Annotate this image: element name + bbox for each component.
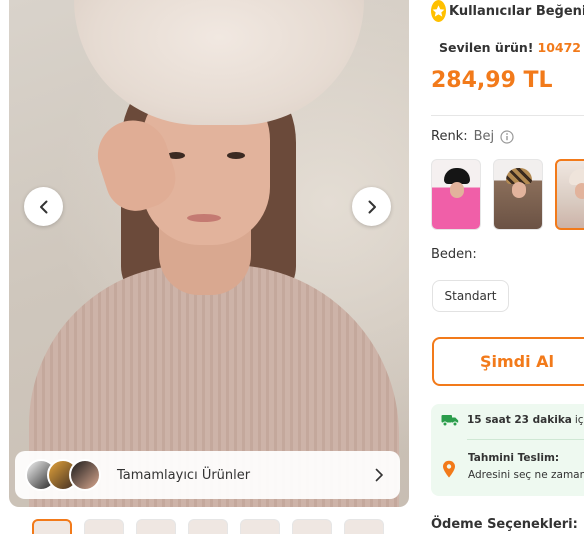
info-icon[interactable] — [500, 129, 514, 144]
color-swatch-black[interactable] — [431, 159, 481, 230]
thumbnail[interactable] — [136, 519, 176, 534]
rating-badge-label: Kullanıcılar Beğeniyor — [449, 3, 584, 19]
color-swatch-leopard[interactable] — [493, 159, 543, 230]
model-eye-right — [227, 152, 245, 159]
thumbnail[interactable] — [188, 519, 228, 534]
model-lips — [187, 214, 221, 222]
thumbnail[interactable] — [84, 519, 124, 534]
thumbnail-strip — [32, 519, 384, 534]
estimated-delivery-address-link[interactable]: Adresini seç ne zaman t — [468, 469, 584, 481]
favorite-count: 10472 k — [537, 39, 584, 55]
complementary-avatars — [25, 459, 117, 491]
divider — [431, 115, 584, 116]
next-image-button[interactable] — [352, 187, 391, 226]
thumbnail[interactable] — [240, 519, 280, 534]
buy-now-button[interactable]: Şimdi Al — [432, 337, 584, 386]
product-image[interactable] — [9, 0, 409, 507]
previous-image-button[interactable] — [24, 187, 63, 226]
chevron-right-icon — [375, 468, 383, 482]
location-pin-icon — [443, 460, 455, 478]
favorite-info: Sevilen ürün! 10472 k — [431, 37, 584, 57]
truck-icon — [441, 415, 459, 427]
color-swatches — [431, 159, 584, 230]
face-shape — [575, 183, 584, 199]
product-page: Tamamlayıcı Ürünler Kullanıcılar Beğeniy… — [0, 0, 584, 534]
size-option-standart[interactable]: Standart — [432, 280, 509, 312]
color-value: Bej — [473, 129, 495, 144]
complementary-products-bar[interactable]: Tamamlayıcı Ürünler — [15, 451, 400, 499]
chevron-left-icon — [39, 200, 47, 213]
thumbnail[interactable] — [292, 519, 332, 534]
star-icon — [431, 0, 446, 22]
favorite-text: Sevilen ürün! — [439, 39, 534, 55]
thumbnail[interactable] — [344, 519, 384, 534]
rating-badge: Kullanıcılar Beğeniyor — [431, 0, 584, 22]
face-shape — [450, 182, 464, 198]
estimated-delivery-title: Tahmini Teslim: — [468, 452, 560, 464]
delivery-countdown: 15 saat 23 dakika içind — [441, 413, 584, 427]
product-price: 284,99 TL — [431, 68, 553, 93]
chevron-right-icon — [368, 200, 376, 213]
face-shape — [512, 182, 526, 198]
thumbnail[interactable] — [32, 519, 72, 534]
complementary-products-label: Tamamlayıcı Ürünler — [117, 467, 251, 483]
color-swatch-beige[interactable] — [555, 159, 584, 230]
color-label: Renk: — [431, 129, 468, 144]
divider — [467, 439, 584, 440]
delivery-info: 15 saat 23 dakika içind Tahmini Teslim: … — [431, 404, 584, 496]
delivery-time-suffix: içind — [574, 414, 584, 426]
delivery-time: 15 saat 23 dakika — [467, 414, 572, 426]
size-label: Beden: — [431, 247, 477, 262]
payment-options-label: Ödeme Seçenekleri: — [431, 517, 578, 532]
complementary-product-thumb — [69, 459, 101, 491]
color-selector-header: Renk: Bej — [431, 129, 514, 144]
